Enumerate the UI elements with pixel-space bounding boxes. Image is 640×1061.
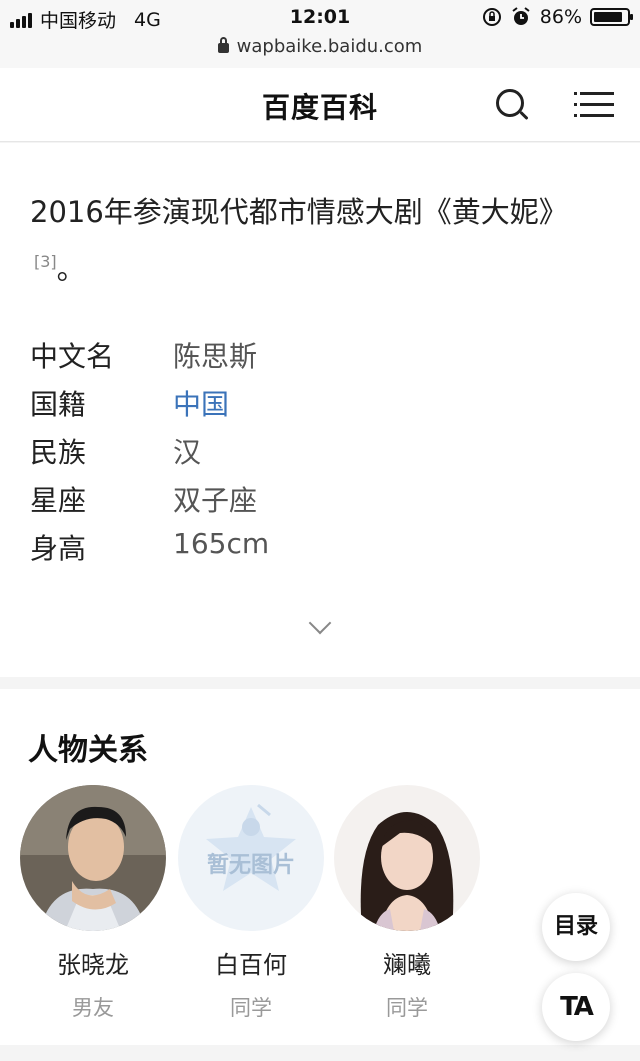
address-bar[interactable]: wapbaike.baidu.com (0, 36, 640, 57)
info-row-ethnicity: 民族 汉 (30, 431, 590, 477)
menu-button[interactable] (574, 92, 614, 118)
menu-icon-line (574, 103, 614, 106)
menu-icon-line (574, 114, 614, 117)
summary-card: 2016年参演现代都市情感大剧《黄大妮》 [3]。 中文名 陈思斯 国籍 中国 民… (0, 143, 640, 677)
nationality-link[interactable]: 中国 (173, 383, 229, 423)
relation-person-1[interactable]: 张晓龙 男友 (20, 785, 166, 1022)
info-value: 汉 (173, 436, 202, 469)
search-button[interactable] (494, 87, 530, 123)
alarm-icon (512, 7, 530, 25)
info-key: 身高 (30, 532, 87, 565)
expand-chevron-icon[interactable] (308, 611, 332, 635)
person-relation: 男友 (72, 996, 114, 1020)
info-row-nationality: 国籍 中国 (30, 383, 590, 429)
info-key: 星座 (30, 484, 87, 517)
info-key: 民族 (30, 436, 87, 469)
person-name: 白百何 (215, 951, 287, 979)
info-key: 中文名 (30, 340, 115, 373)
info-value: 陈思斯 (173, 340, 258, 373)
status-bar: 中国移动 4G 12:01 86% wapbaike.baidu.com (0, 0, 640, 68)
battery-fill (594, 12, 622, 22)
url-text: wapbaike.baidu.com (236, 36, 423, 57)
avatar (20, 785, 166, 931)
intro-paragraph: 2016年参演现代都市情感大剧《黄大妮》 [3]。 (30, 187, 590, 294)
status-right: 86% (482, 6, 633, 28)
battery-icon (590, 8, 633, 26)
site-header: 百度百科 (0, 68, 640, 142)
relations-card: 人物关系 张晓龙 男友 暂无图片 白百何 同学 斓曦 同学 (0, 689, 640, 1045)
intro-trailing: 。 (56, 252, 86, 286)
ta-button[interactable]: TA (542, 973, 610, 1041)
no-image-placeholder: 暂无图片 (178, 785, 324, 931)
person-relation: 同学 (230, 996, 272, 1020)
avatar (334, 785, 480, 931)
person-relation: 同学 (386, 996, 428, 1020)
info-value: 双子座 (173, 484, 258, 517)
search-icon-handle (519, 110, 529, 121)
placeholder-text: 暂无图片 (206, 853, 295, 878)
info-value: 165cm (173, 527, 270, 560)
baike-logo[interactable]: 百度百科 (0, 86, 640, 126)
battery-percent: 86% (539, 6, 582, 28)
info-row-name: 中文名 陈思斯 (30, 335, 590, 381)
intro-text: 2016年参演现代都市情感大剧《黄大妮》 (30, 195, 568, 229)
info-key: 国籍 (30, 388, 87, 421)
lock-icon (217, 37, 229, 53)
relation-person-2[interactable]: 暂无图片 白百何 同学 (178, 785, 324, 1022)
info-row-constellation: 星座 双子座 (30, 479, 590, 525)
info-row-height: 身高 165cm (30, 527, 590, 573)
relation-person-3[interactable]: 斓曦 同学 (334, 785, 480, 1022)
relations-title: 人物关系 (28, 733, 148, 768)
citation-link[interactable]: [3] (34, 252, 57, 271)
menu-icon (574, 92, 614, 95)
toc-button[interactable]: 目录 (542, 893, 610, 961)
person-name: 张晓龙 (57, 951, 129, 979)
person-name: 斓曦 (383, 951, 431, 979)
rotation-lock-icon (482, 8, 501, 26)
